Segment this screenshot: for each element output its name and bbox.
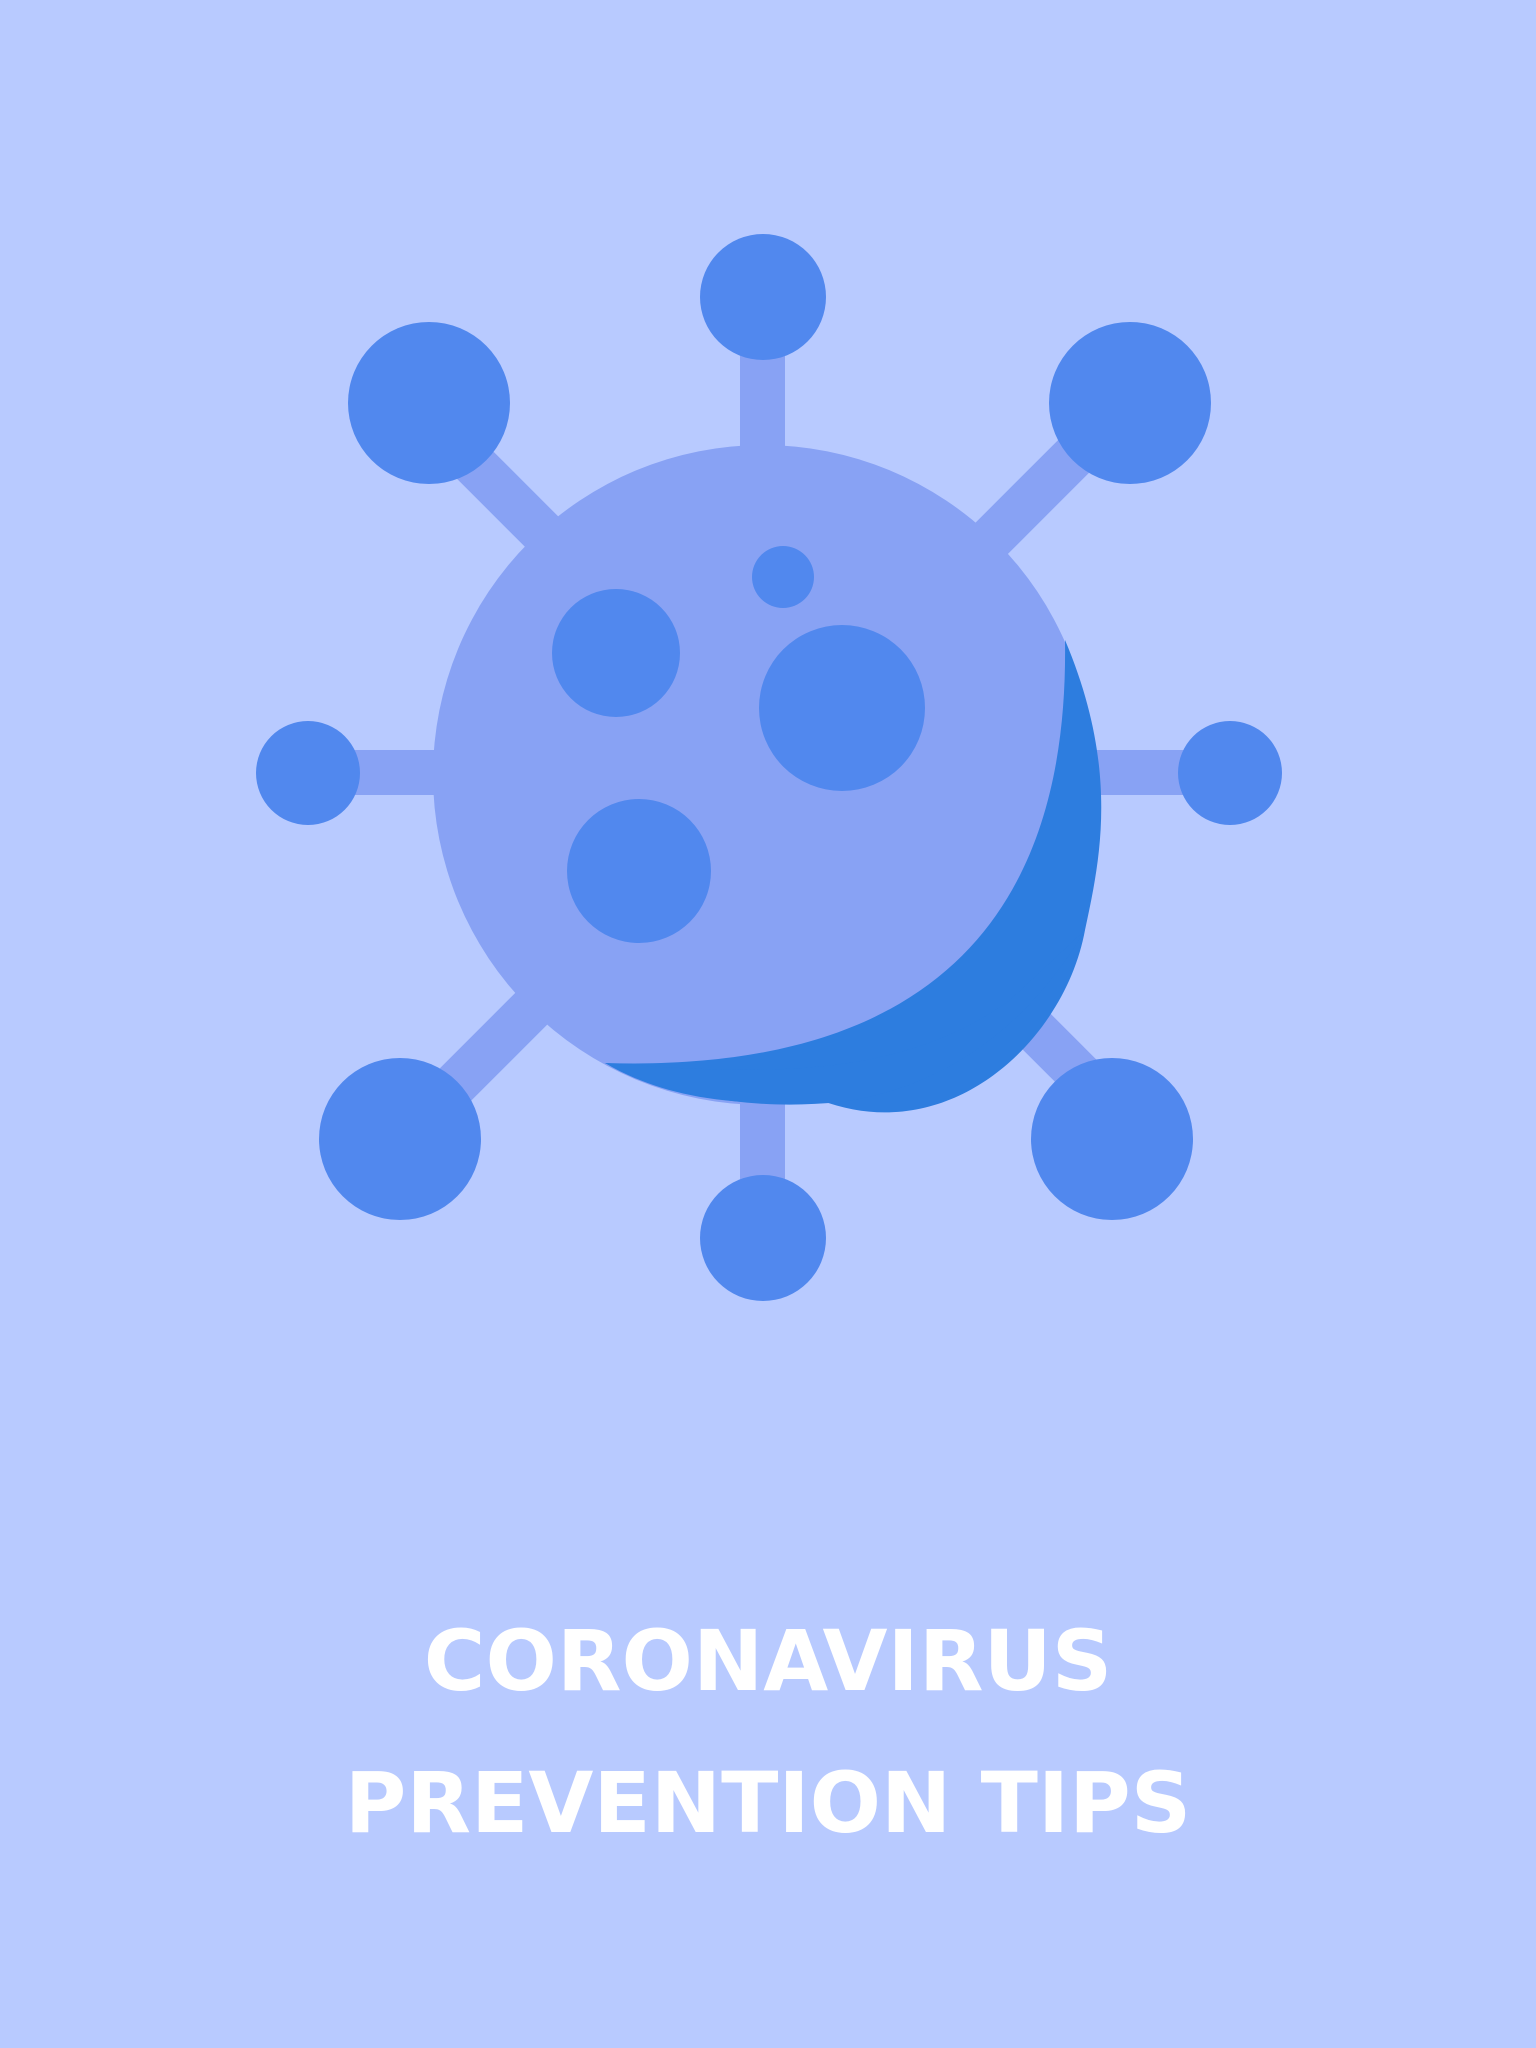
spike-ball-bottom-left — [319, 1058, 481, 1220]
virus-spot — [552, 589, 680, 717]
spike-ball-bottom — [700, 1175, 826, 1301]
coronavirus-icon — [256, 234, 1282, 1301]
spike-ball-top — [700, 234, 826, 360]
spike-ball-bottom-right — [1031, 1058, 1193, 1220]
virus-spot — [752, 546, 814, 608]
title-line-2: PREVENTION TIPS — [344, 1754, 1192, 1852]
spike-ball-top-left — [348, 322, 510, 484]
virus-spot — [759, 625, 925, 791]
title-line-1: CORONAVIRUS — [423, 1612, 1113, 1710]
poster-page: CORONAVIRUS PREVENTION TIPS — [0, 0, 1536, 2048]
page-title: CORONAVIRUS PREVENTION TIPS — [0, 1590, 1536, 1874]
spike-ball-left — [256, 721, 360, 825]
spike-ball-right — [1178, 721, 1282, 825]
spike-ball-top-right — [1049, 322, 1211, 484]
virus-spot — [567, 799, 711, 943]
